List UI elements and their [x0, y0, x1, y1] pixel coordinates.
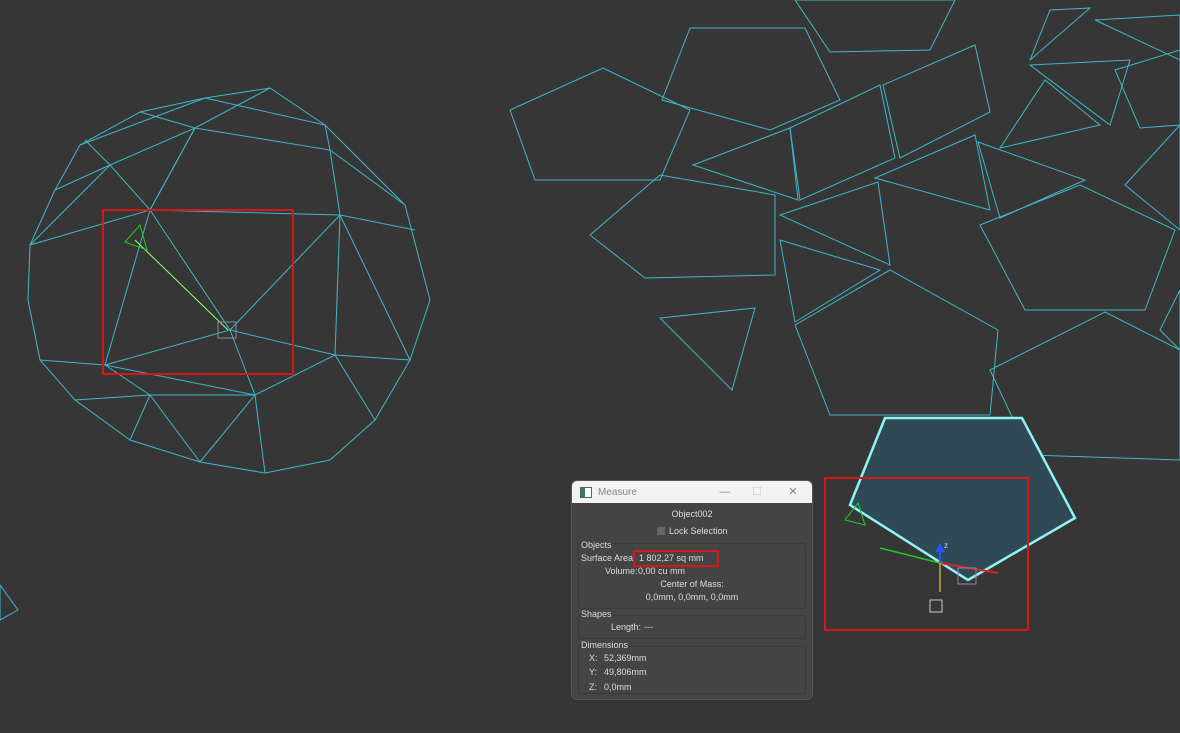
minimize-button[interactable]: —: [715, 484, 735, 500]
surface-area-highlight: [633, 550, 719, 567]
shapes-group-label: Shapes: [581, 609, 612, 619]
volume-label: Volume:: [605, 566, 638, 576]
object-name: Object002: [671, 509, 713, 519]
center-of-mass-label: Center of Mass:: [660, 579, 724, 589]
lock-selection-checkbox[interactable]: Lock Selection: [657, 526, 728, 536]
measure-dialog: Measure — ☐ ✕ Object002 Lock Selection O…: [571, 480, 813, 700]
close-button[interactable]: ✕: [783, 484, 803, 500]
dim-y-label: Y:: [589, 667, 598, 677]
dimensions-group-label: Dimensions: [581, 640, 629, 650]
dim-z-label: Z:: [589, 682, 597, 692]
dialog-titlebar[interactable]: Measure — ☐ ✕: [572, 481, 812, 503]
dialog-title: Measure: [598, 486, 637, 498]
length-value: ---: [644, 622, 653, 632]
length-label: Length:: [611, 622, 642, 632]
highlight-box-pentagon: [824, 477, 1029, 631]
dim-x-label: X:: [589, 653, 598, 663]
maximize-button[interactable]: ☐: [747, 484, 767, 500]
dim-x-value: 52,369mm: [604, 653, 647, 663]
highlight-box-sphere: [102, 209, 294, 375]
volume-value: 0,00 cu mm: [638, 566, 686, 576]
surface-area-label: Surface Area:: [581, 553, 636, 563]
objects-group-label: Objects: [581, 540, 612, 550]
lock-selection-label: Lock Selection: [669, 526, 728, 536]
checkbox-icon: [657, 527, 665, 535]
dim-y-value: 49,806mm: [604, 667, 647, 677]
dim-z-value: 0,0mm: [604, 682, 632, 692]
app-icon: [580, 486, 592, 498]
center-of-mass-value: 0,0mm, 0,0mm, 0,0mm: [645, 592, 739, 602]
